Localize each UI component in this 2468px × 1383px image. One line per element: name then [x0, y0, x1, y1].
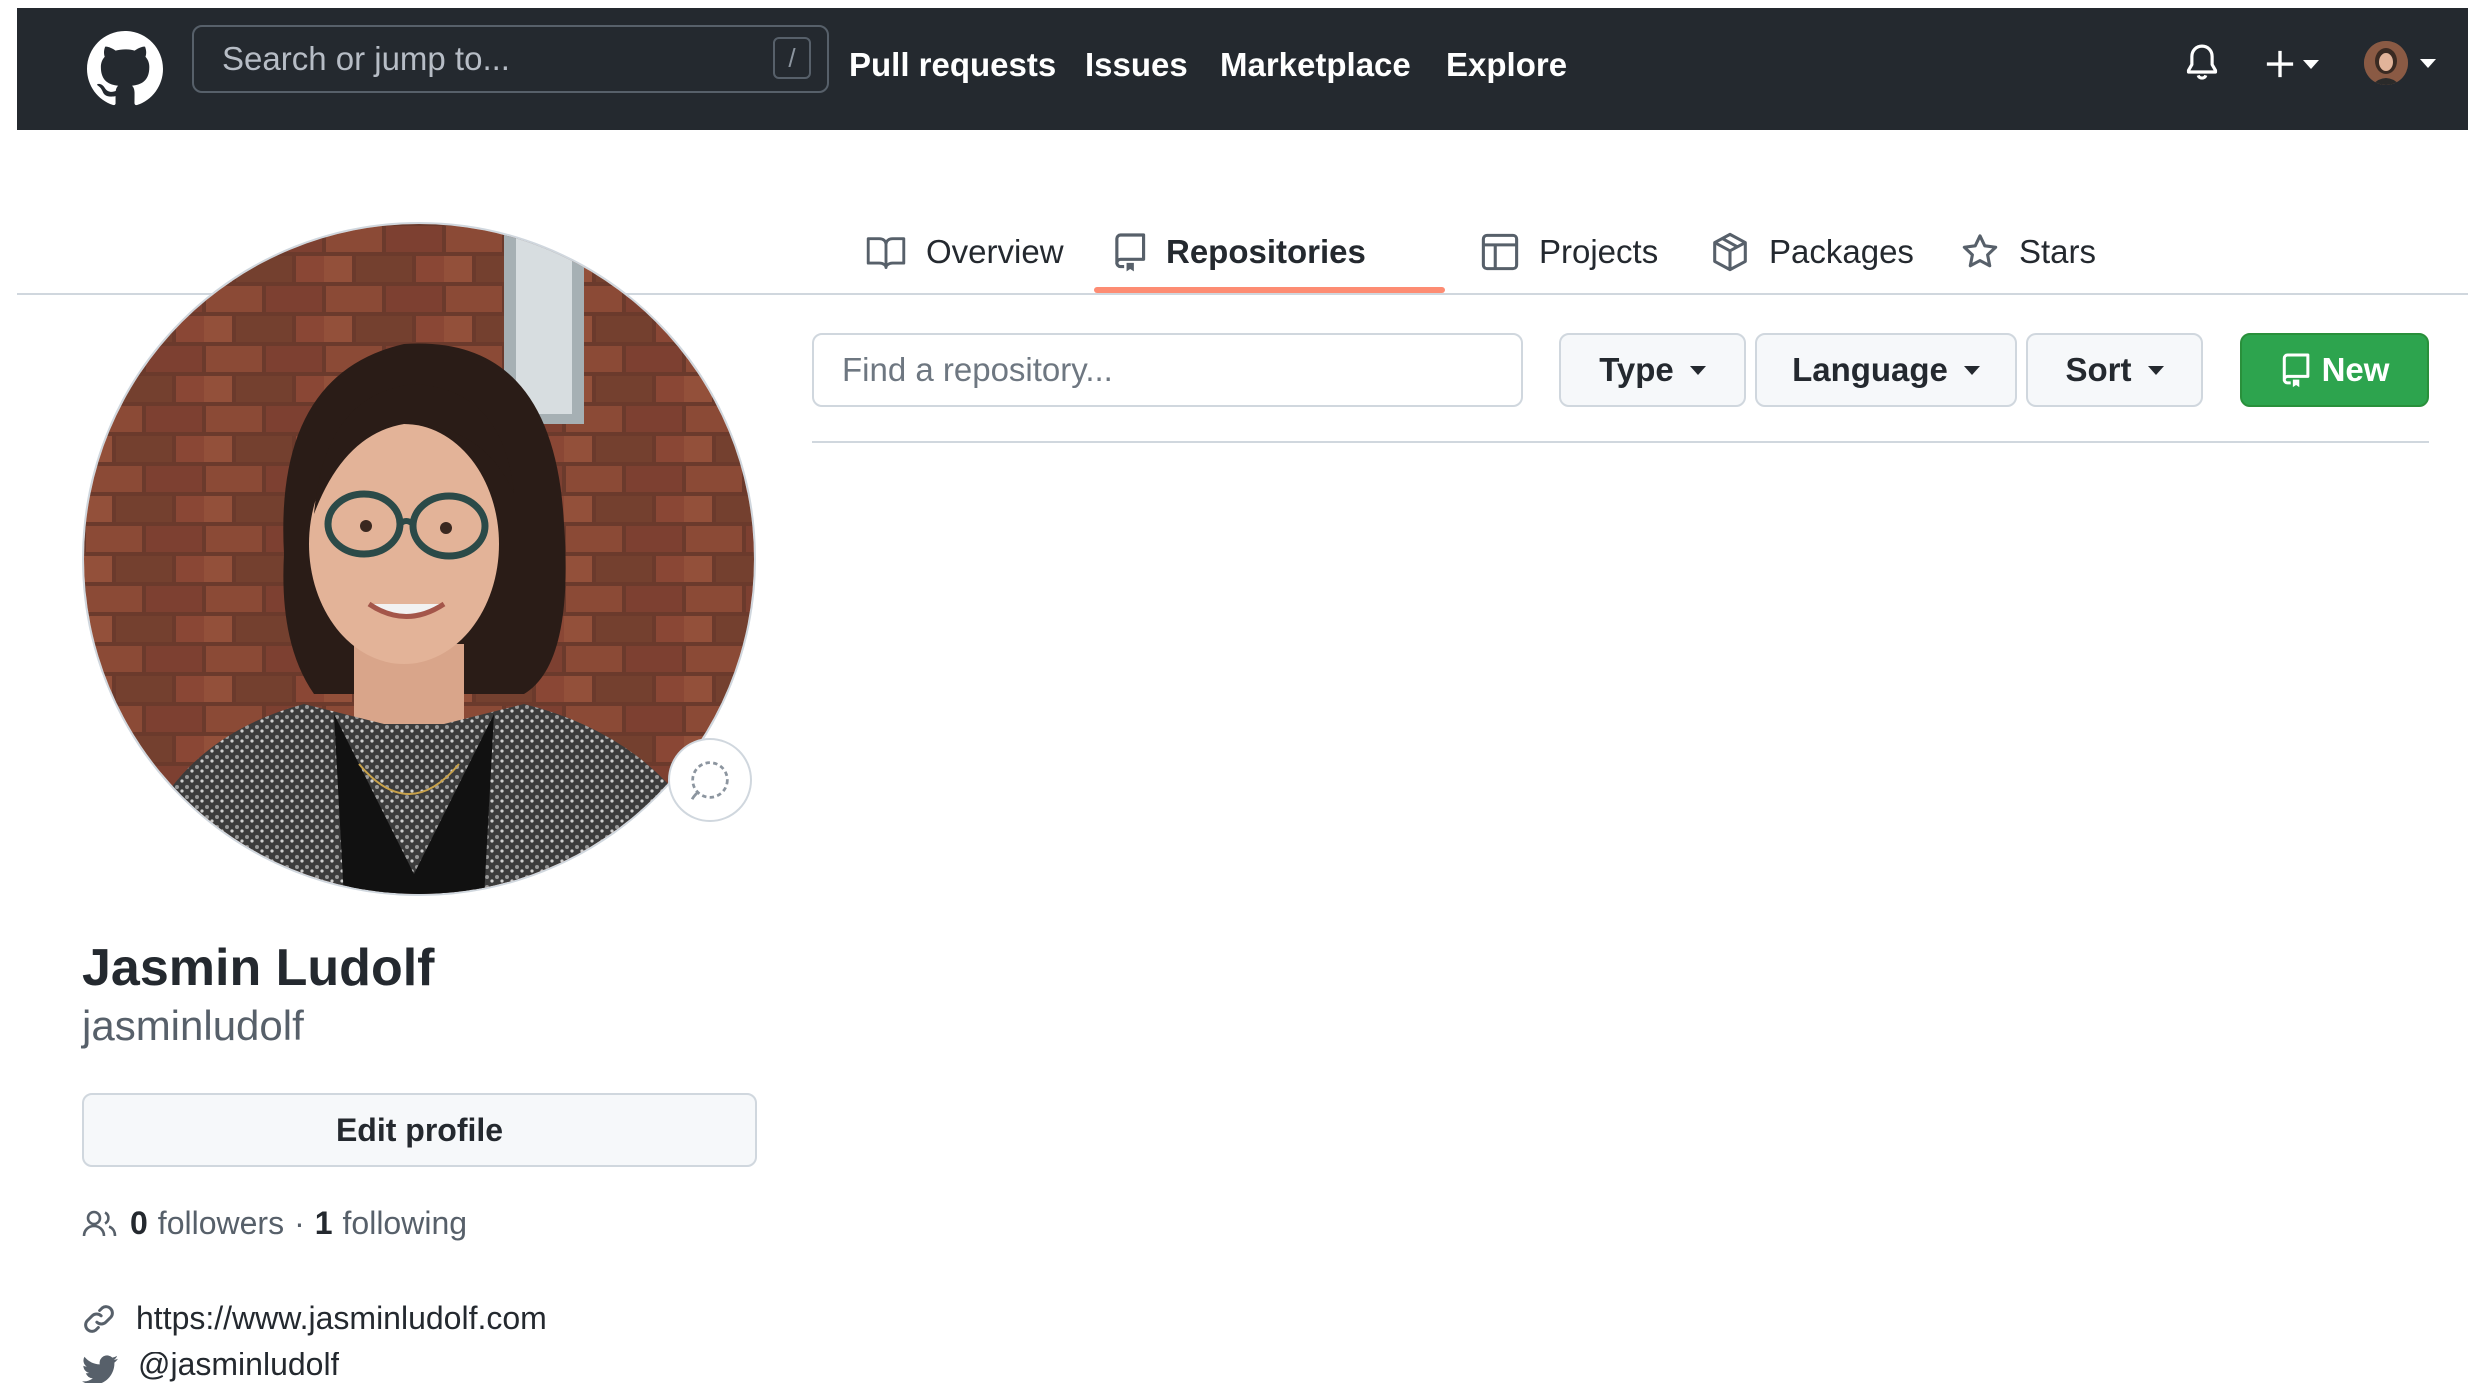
global-header: Search or jump to... / Pull requests Iss… [17, 8, 2468, 130]
table-icon [1481, 233, 1519, 271]
twitter-icon [82, 1355, 118, 1383]
set-status-button[interactable] [668, 738, 752, 822]
type-filter-button[interactable]: Type [1559, 333, 1746, 407]
sort-label: Sort [2065, 351, 2132, 388]
tab-packages-label: Packages [1769, 233, 1914, 270]
following-link[interactable]: 1 following [315, 1205, 467, 1242]
sort-button[interactable]: Sort [2026, 333, 2203, 407]
chevron-down-icon [1689, 365, 1706, 375]
avatar [2364, 41, 2408, 85]
nav-explore[interactable]: Explore [1446, 44, 1567, 87]
package-icon [1713, 232, 1747, 272]
link-icon [84, 1304, 114, 1333]
find-repository-input[interactable] [812, 333, 1523, 407]
following-label: following [342, 1205, 468, 1241]
profile-website: https://www.jasminludolf.com [82, 1300, 547, 1337]
tab-overview[interactable]: Overview [866, 210, 1064, 294]
website-link[interactable]: https://www.jasminludolf.com [136, 1300, 547, 1337]
global-search-input[interactable]: Search or jump to... / [192, 25, 829, 93]
profile-avatar[interactable] [82, 222, 756, 896]
plus-icon [2266, 50, 2294, 78]
tab-projects[interactable]: Projects [1481, 210, 1658, 294]
user-avatar-menu[interactable] [2355, 38, 2445, 88]
bell-icon[interactable] [2180, 38, 2224, 88]
github-logo-icon[interactable] [81, 25, 169, 113]
profile-full-name: Jasmin Ludolf [82, 939, 435, 997]
follow-separator: · [294, 1205, 305, 1241]
chevron-down-icon [2303, 59, 2319, 69]
book-icon [866, 237, 906, 269]
people-icon [82, 1210, 117, 1236]
edit-profile-button[interactable]: Edit profile [82, 1093, 757, 1167]
followers-label: followers [157, 1205, 285, 1241]
profile-twitter: @jasminludolf [82, 1352, 339, 1383]
followers-link[interactable]: 0 followers [130, 1205, 284, 1242]
language-filter-button[interactable]: Language [1755, 333, 2017, 407]
new-button-label: New [2321, 351, 2390, 388]
search-placeholder: Search or jump to... [222, 40, 510, 77]
tab-projects-label: Projects [1539, 233, 1659, 270]
smiley-status-icon [690, 761, 729, 800]
profile-username: jasminludolf [82, 1002, 304, 1049]
profile-photo [84, 224, 754, 894]
language-filter-label: Language [1792, 351, 1948, 388]
search-shortcut-key: / [773, 37, 811, 79]
repo-icon [1115, 233, 1146, 272]
tab-repositories[interactable]: Repositories [1112, 210, 1366, 294]
tab-overview-label: Overview [926, 233, 1064, 270]
chevron-down-icon [1963, 365, 1980, 375]
type-filter-label: Type [1599, 351, 1674, 388]
create-new-menu[interactable] [2257, 42, 2327, 86]
repo-icon [2282, 353, 2309, 388]
tab-packages[interactable]: Packages [1711, 210, 1914, 294]
tab-stars-label: Stars [2019, 233, 2097, 270]
chevron-down-icon [2147, 365, 2164, 375]
tab-stars[interactable]: Stars [1961, 210, 2096, 294]
active-tab-indicator [1094, 287, 1445, 293]
followers-count: 0 [130, 1205, 148, 1241]
repo-list-divider [812, 441, 2429, 443]
follow-stats: 0 followers · 1 following [82, 1205, 467, 1242]
following-count: 1 [314, 1205, 333, 1241]
nav-marketplace[interactable]: Marketplace [1220, 44, 1411, 87]
twitter-handle-link[interactable]: @jasminludolf [138, 1352, 339, 1383]
nav-pull-requests[interactable]: Pull requests [849, 44, 1056, 87]
new-repository-button[interactable]: New [2240, 333, 2429, 407]
chevron-down-icon [2420, 58, 2436, 68]
nav-issues[interactable]: Issues [1085, 44, 1188, 87]
tab-repositories-label: Repositories [1166, 233, 1366, 270]
star-icon [1962, 234, 1998, 268]
